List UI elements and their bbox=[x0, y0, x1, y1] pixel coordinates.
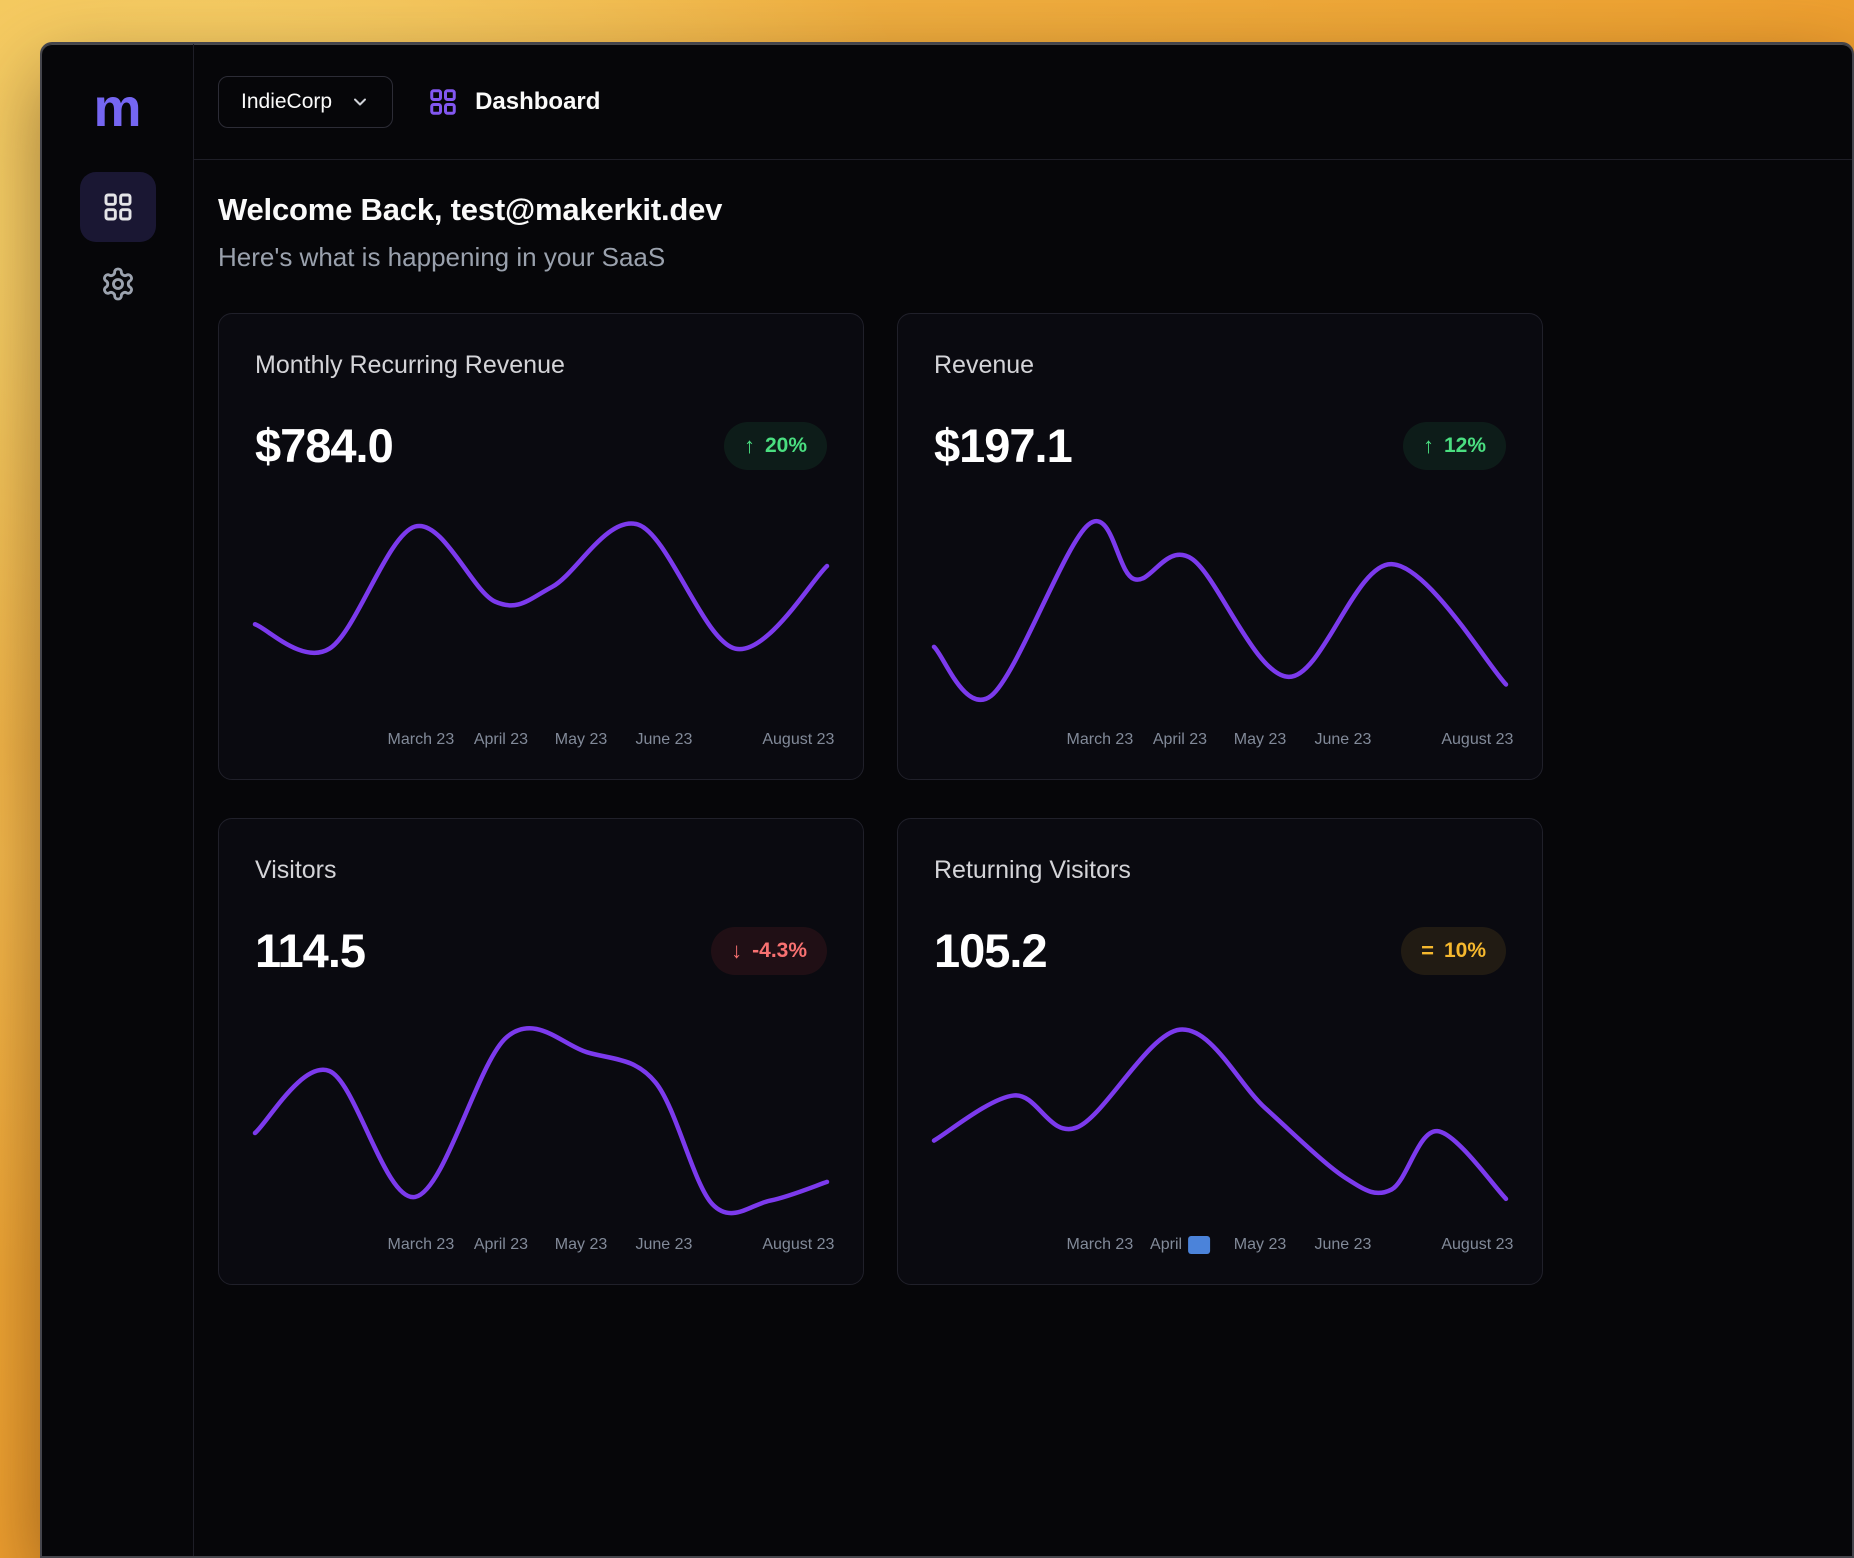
stat-card-1: Revenue $197.1 ↑ 12% March 23 April 23 May 23 J… bbox=[897, 313, 1543, 780]
line-chart: March 23April 23May 23June 23August 23 bbox=[255, 519, 827, 753]
trend-badge: ↑ 20% bbox=[724, 422, 827, 470]
welcome-heading: Welcome Back, test@makerkit.dev bbox=[218, 192, 1828, 228]
card-value: 114.5 bbox=[255, 925, 365, 977]
x-tick-label: April 23 bbox=[474, 731, 528, 749]
card-value: $784.0 bbox=[255, 420, 393, 472]
x-tick-label: March 23 bbox=[1067, 1236, 1134, 1254]
grid-icon bbox=[102, 191, 134, 223]
trend-value: -4.3% bbox=[752, 939, 807, 963]
trend-value: 12% bbox=[1444, 434, 1486, 458]
card-title: Visitors bbox=[255, 855, 827, 885]
text-selection: 23 bbox=[1188, 1236, 1210, 1254]
top-header: IndieCorp Dashboard bbox=[194, 44, 1852, 160]
x-tick-label: June 23 bbox=[636, 731, 693, 749]
breadcrumb: Dashboard bbox=[428, 87, 600, 117]
trend-flat-icon: = bbox=[1421, 938, 1434, 964]
trend-badge: ↑ 12% bbox=[1403, 422, 1506, 470]
grid-icon bbox=[428, 87, 458, 117]
x-axis-labels: March 23April23May 23June 23August 23 bbox=[934, 1236, 1506, 1258]
trend-value: 10% bbox=[1444, 939, 1486, 963]
dashboard-content: Welcome Back, test@makerkit.dev Here's w… bbox=[194, 160, 1852, 1285]
x-tick-label: May 23 bbox=[555, 1236, 607, 1254]
value-row: $197.1 ↑ 12% bbox=[934, 420, 1506, 472]
line-chart: March 23April 23May 23June 23August 23 bbox=[255, 1024, 827, 1258]
page-title: Dashboard bbox=[475, 88, 600, 116]
card-value: $197.1 bbox=[934, 420, 1072, 472]
x-tick-label: August 23 bbox=[1441, 1236, 1513, 1254]
trend-down-icon: ↓ bbox=[731, 938, 742, 964]
x-tick-label: May 23 bbox=[1234, 731, 1286, 749]
sidebar-item-dashboard[interactable] bbox=[80, 172, 156, 242]
x-tick-label: April23 bbox=[1150, 1236, 1210, 1254]
value-row: 105.2 = 10% bbox=[934, 925, 1506, 977]
x-tick-label: March 23 bbox=[388, 731, 455, 749]
card-title: Returning Visitors bbox=[934, 855, 1506, 885]
stat-card-3: Returning Visitors 105.2 = 10% March 23 April… bbox=[897, 818, 1543, 1285]
trend-badge: ↓ -4.3% bbox=[711, 927, 827, 975]
trend-value: 20% bbox=[765, 434, 807, 458]
x-axis-labels: March 23April 23May 23June 23August 23 bbox=[255, 1236, 827, 1258]
workspace-name: IndieCorp bbox=[241, 90, 332, 114]
stats-grid: Monthly Recurring Revenue $784.0 ↑ 20% March… bbox=[218, 313, 1828, 1285]
trend-up-icon: ↑ bbox=[744, 433, 755, 459]
sidebar: m bbox=[42, 44, 194, 1556]
x-axis-labels: March 23April 23May 23June 23August 23 bbox=[934, 731, 1506, 753]
stat-card-2: Visitors 114.5 ↓ -4.3% March 23 April 23 May 2… bbox=[218, 818, 864, 1285]
value-row: $784.0 ↑ 20% bbox=[255, 420, 827, 472]
main-area: IndieCorp Dashboard Welcome Back, test@m… bbox=[194, 44, 1852, 1556]
trend-up-icon: ↑ bbox=[1423, 433, 1434, 459]
x-tick-label: March 23 bbox=[1067, 731, 1134, 749]
x-tick-label: August 23 bbox=[762, 1236, 834, 1254]
app-logo: m bbox=[93, 78, 141, 138]
workspace-selector[interactable]: IndieCorp bbox=[218, 76, 393, 128]
line-chart: March 23April 23May 23June 23August 23 bbox=[934, 519, 1506, 753]
card-value: 105.2 bbox=[934, 925, 1047, 977]
x-tick-label: May 23 bbox=[1234, 1236, 1286, 1254]
gear-icon bbox=[100, 266, 136, 302]
x-tick-label: June 23 bbox=[1315, 731, 1372, 749]
welcome-subheading: Here's what is happening in your SaaS bbox=[218, 242, 1828, 273]
x-tick-label: May 23 bbox=[555, 731, 607, 749]
x-tick-label: August 23 bbox=[1441, 731, 1513, 749]
x-tick-label: April 23 bbox=[1153, 731, 1207, 749]
sidebar-item-settings[interactable] bbox=[80, 256, 156, 312]
x-tick-label: June 23 bbox=[1315, 1236, 1372, 1254]
line-chart: March 23April23May 23June 23August 23 bbox=[934, 1024, 1506, 1258]
value-row: 114.5 ↓ -4.3% bbox=[255, 925, 827, 977]
stat-card-0: Monthly Recurring Revenue $784.0 ↑ 20% March… bbox=[218, 313, 864, 780]
x-tick-label: March 23 bbox=[388, 1236, 455, 1254]
app-window: m IndieCorp bbox=[40, 42, 1854, 1558]
trend-badge: = 10% bbox=[1401, 927, 1506, 975]
x-tick-label: April 23 bbox=[474, 1236, 528, 1254]
card-title: Monthly Recurring Revenue bbox=[255, 350, 827, 380]
x-tick-label: June 23 bbox=[636, 1236, 693, 1254]
chevron-down-icon bbox=[350, 92, 370, 112]
card-title: Revenue bbox=[934, 350, 1506, 380]
x-axis-labels: March 23April 23May 23June 23August 23 bbox=[255, 731, 827, 753]
x-tick-label: August 23 bbox=[762, 731, 834, 749]
